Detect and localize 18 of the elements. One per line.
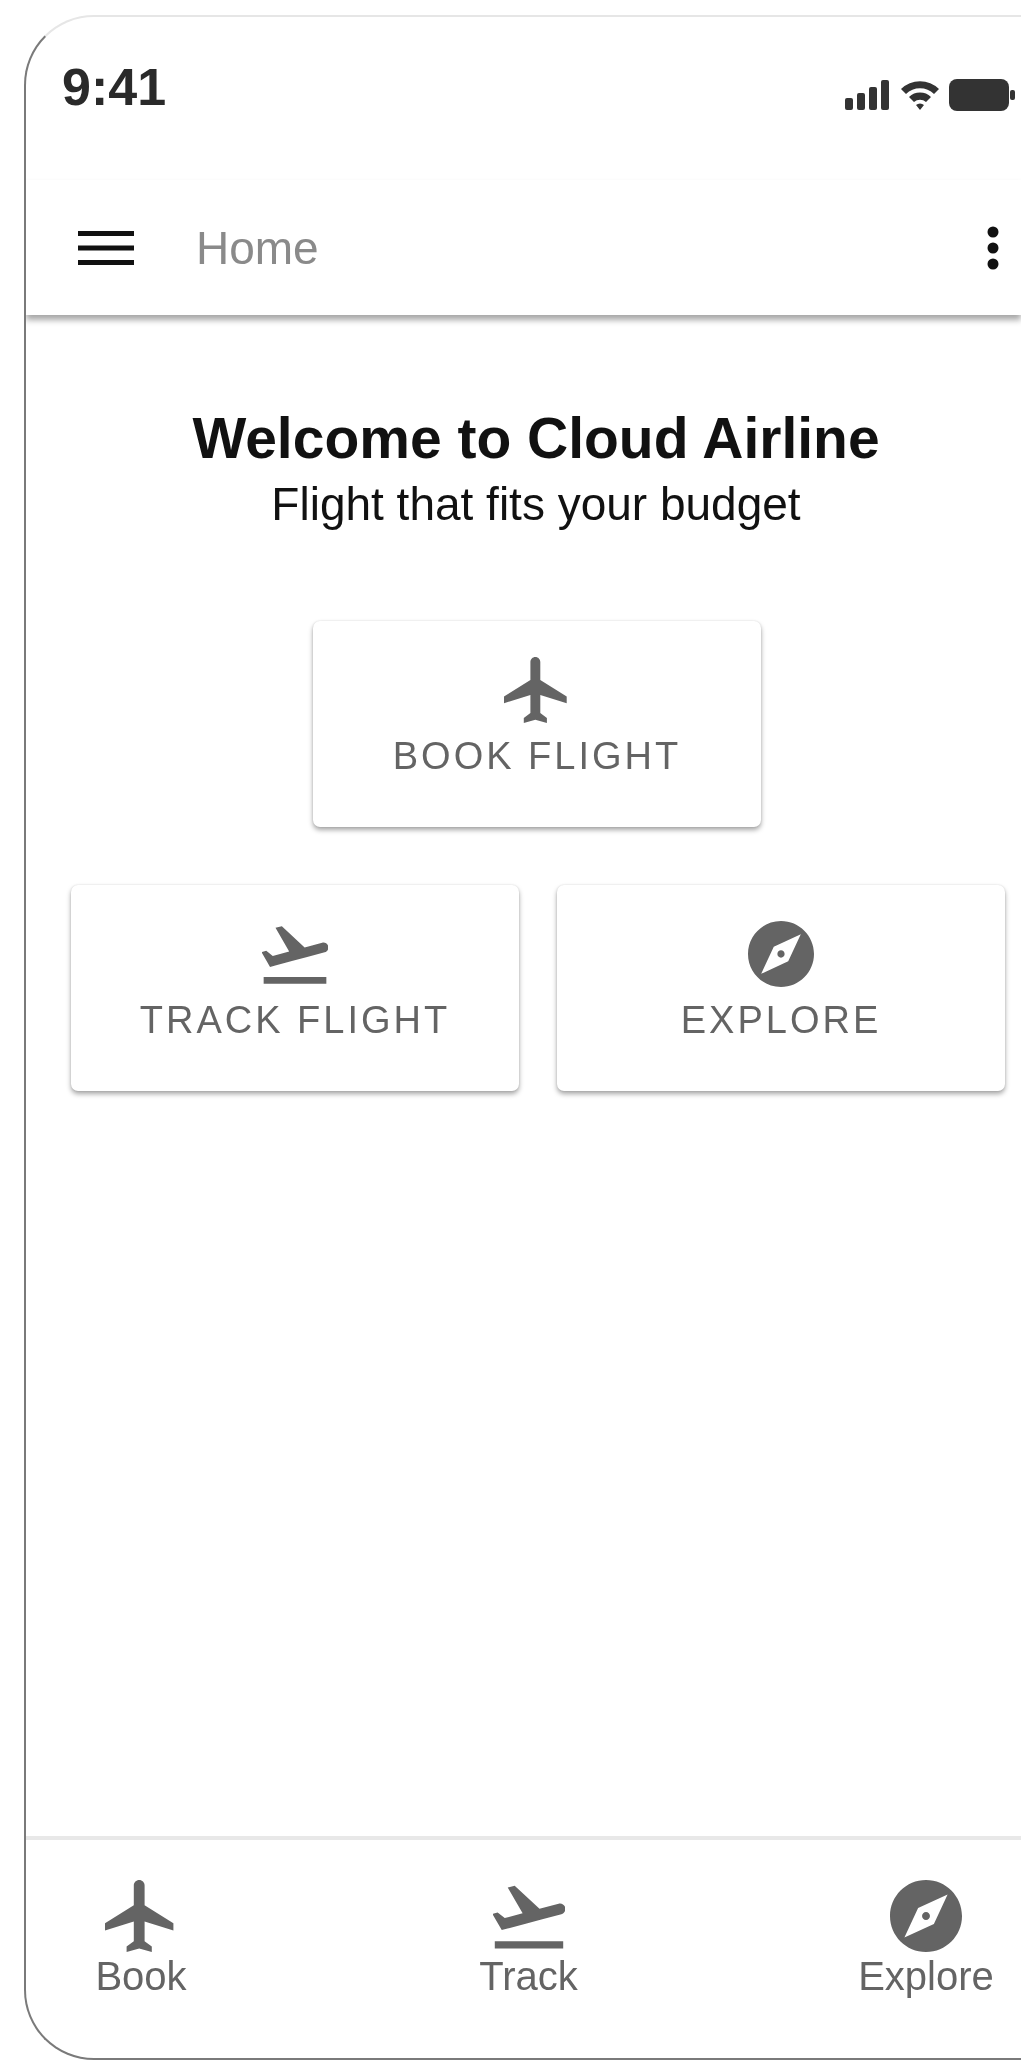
action-card[interactable]: TRACK FLIGHT xyxy=(71,885,519,1091)
action-card[interactable]: EXPLORE xyxy=(557,885,1005,1091)
app-bar-title: Home xyxy=(196,220,319,275)
more-options-icon[interactable] xyxy=(987,225,999,270)
bottom-nav-tab[interactable]: Track xyxy=(453,1880,604,2058)
welcome-subtitle: Flight that fits your budget xyxy=(270,477,802,531)
bottom-nav-tab[interactable]: Book xyxy=(66,1880,216,2058)
battery-icon xyxy=(949,79,1015,111)
menu-icon[interactable] xyxy=(78,230,134,265)
status-time: 9:41 xyxy=(62,57,167,117)
welcome-heading: Welcome to Cloud Airline xyxy=(191,405,881,471)
signal-icon xyxy=(845,80,891,110)
action-card[interactable]: BOOK FLIGHT xyxy=(313,621,761,827)
airplane-icon xyxy=(504,656,570,723)
compass-icon xyxy=(890,1880,962,1952)
wifi-icon xyxy=(899,79,941,111)
compass-icon xyxy=(748,920,814,987)
bottom-nav-tab[interactable]: Explore xyxy=(841,1880,1011,2058)
